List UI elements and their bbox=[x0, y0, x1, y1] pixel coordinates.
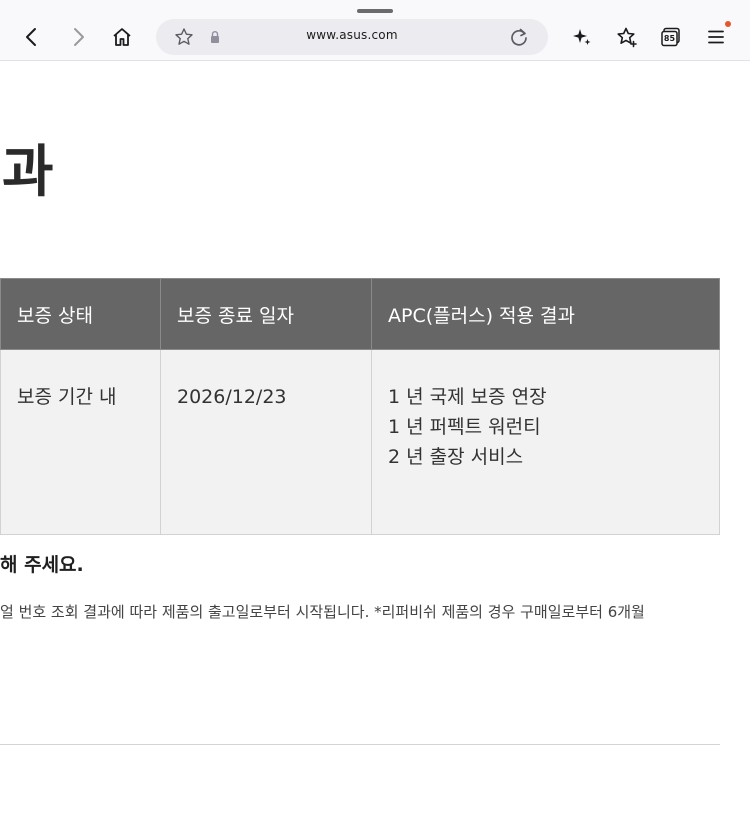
sparkle-icon bbox=[571, 26, 593, 48]
favorites-button[interactable] bbox=[612, 22, 642, 52]
reload-icon[interactable] bbox=[508, 26, 530, 52]
notification-dot bbox=[725, 21, 731, 27]
ai-assist-button[interactable] bbox=[567, 22, 597, 52]
back-button[interactable] bbox=[17, 22, 47, 52]
browser-toolbar: www.asus.com 85 bbox=[0, 0, 750, 61]
tabs-icon: 85 bbox=[660, 26, 682, 48]
notice-body: 얼 번호 조회 결과에 따라 제품의 출고일로부터 시작됩니다. *리퍼비쉬 제… bbox=[0, 603, 645, 621]
menu-icon bbox=[706, 27, 726, 47]
page-heading: 과 bbox=[2, 140, 54, 205]
favorites-icon bbox=[616, 26, 638, 48]
forward-button[interactable] bbox=[63, 22, 93, 52]
address-bar[interactable]: www.asus.com bbox=[156, 19, 548, 55]
apc-result-line: 2 년 출장 서비스 bbox=[388, 446, 524, 468]
header-apc-result: APC(플러스) 적용 결과 bbox=[371, 278, 720, 350]
section-divider bbox=[0, 744, 720, 745]
drag-handle[interactable] bbox=[357, 9, 393, 13]
table-row: 보증 기간 내 2026/12/23 1 년 국제 보증 연장 1 년 퍼펙트 … bbox=[0, 349, 720, 535]
tab-count: 85 bbox=[663, 34, 676, 43]
tabs-button[interactable]: 85 bbox=[656, 22, 686, 52]
header-warranty-end-date: 보증 종료 일자 bbox=[160, 278, 372, 350]
home-button[interactable] bbox=[107, 22, 137, 52]
back-icon bbox=[22, 27, 42, 47]
table-header-row: 보증 상태 보증 종료 일자 APC(플러스) 적용 결과 bbox=[0, 278, 720, 350]
notice-title: 해 주세요. bbox=[0, 554, 84, 576]
cell-warranty-status: 보증 기간 내 bbox=[0, 349, 161, 535]
home-icon bbox=[111, 26, 133, 48]
header-warranty-status: 보증 상태 bbox=[0, 278, 161, 350]
apc-result-line: 1 년 국제 보증 연장 bbox=[388, 386, 547, 408]
cell-apc-result: 1 년 국제 보증 연장 1 년 퍼펙트 워런티 2 년 출장 서비스 bbox=[371, 349, 720, 535]
apc-result-line: 1 년 퍼펙트 워런티 bbox=[388, 416, 541, 438]
warranty-result-table: 보증 상태 보증 종료 일자 APC(플러스) 적용 결과 보증 기간 내 20… bbox=[0, 278, 720, 535]
url-text[interactable]: www.asus.com bbox=[156, 28, 548, 42]
cell-warranty-end-date: 2026/12/23 bbox=[160, 349, 372, 535]
forward-icon bbox=[68, 27, 88, 47]
